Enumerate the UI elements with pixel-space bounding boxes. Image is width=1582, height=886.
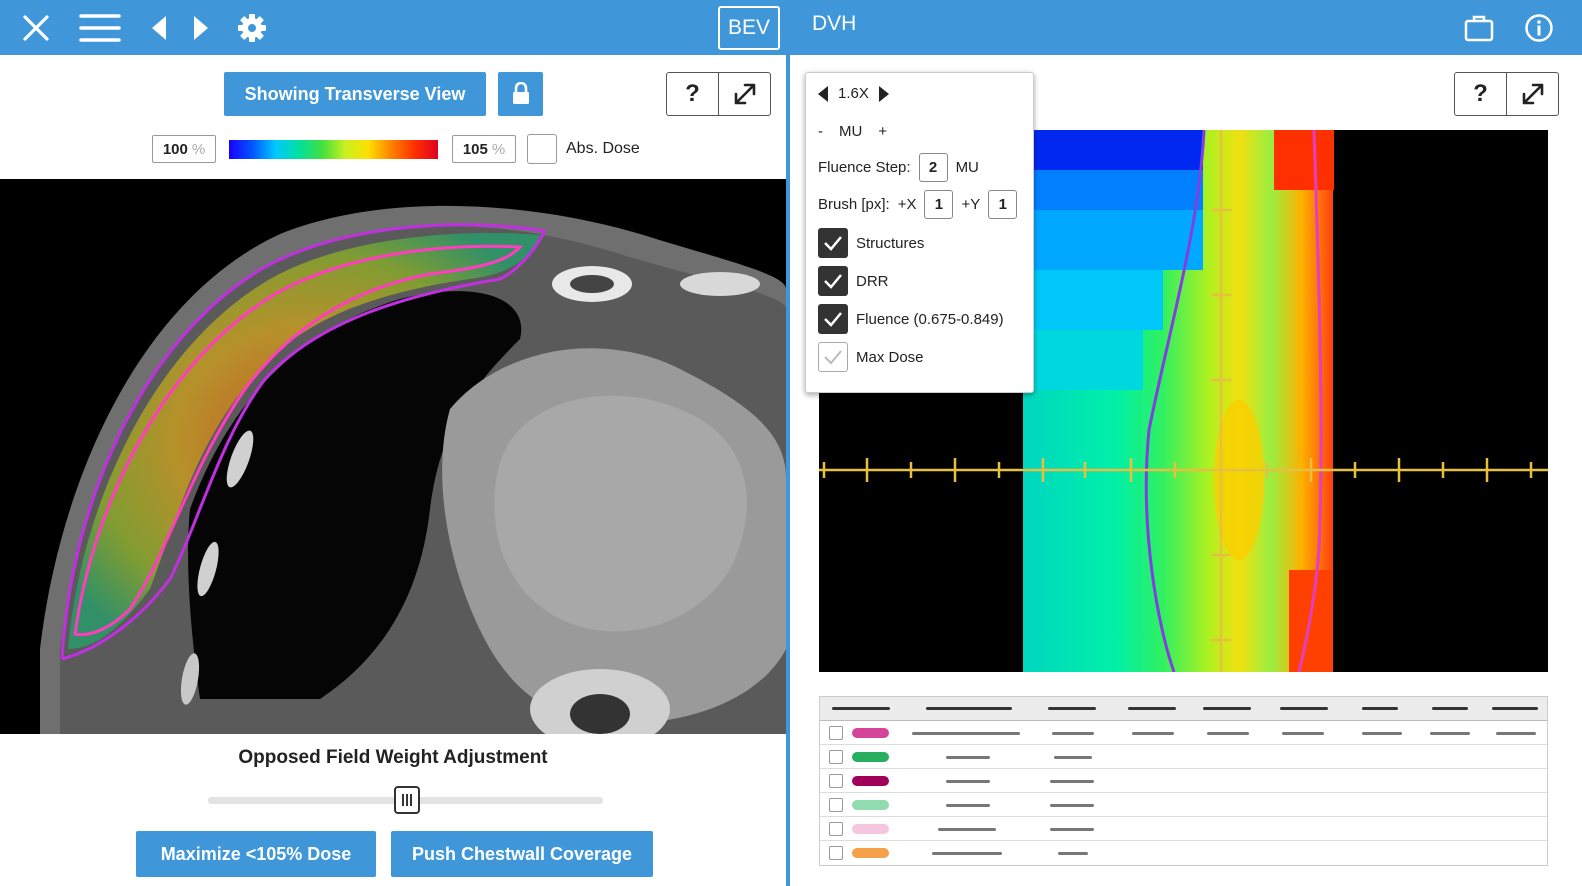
- panel-divider: [786, 55, 790, 886]
- structure-color-swatch: [852, 752, 889, 762]
- help-icon: ?: [1473, 80, 1488, 107]
- dvh-table: [819, 696, 1548, 866]
- zoom-row: 1.6X: [818, 85, 889, 102]
- brush-y-label: +Y: [961, 196, 981, 213]
- structure-color-swatch: [852, 800, 889, 810]
- dvh-row-checkbox[interactable]: [829, 822, 843, 836]
- dvh-row-checkbox[interactable]: [829, 750, 843, 764]
- dvh-table-header: [820, 697, 1547, 721]
- toggle-fluence[interactable]: Fluence (0.675-0.849): [818, 304, 1004, 334]
- toggle-max-dose[interactable]: Max Dose: [818, 342, 924, 372]
- checkmark-icon: [824, 312, 842, 327]
- structure-color-swatch: [852, 728, 889, 738]
- push-chestwall-button[interactable]: Push Chestwall Coverage: [391, 831, 653, 877]
- dvh-row-checkbox[interactable]: [829, 846, 843, 860]
- expand-icon: [1522, 83, 1543, 105]
- mu-row: - MU +: [818, 123, 887, 140]
- transverse-view-button[interactable]: Showing Transverse View: [224, 72, 486, 116]
- lock-icon: [512, 82, 529, 104]
- abs-dose-label: Abs. Dose: [566, 140, 640, 157]
- dose-min-value: 100: [162, 140, 188, 158]
- help-button[interactable]: ?: [1455, 73, 1506, 115]
- field-weight-slider-thumb[interactable]: [394, 786, 420, 814]
- drr-checkbox[interactable]: [818, 266, 848, 296]
- zoom-level: 1.6X: [838, 85, 869, 102]
- briefcase-icon[interactable]: [1462, 9, 1496, 47]
- dose-min-input[interactable]: 100%: [152, 135, 216, 163]
- structures-checkbox[interactable]: [818, 228, 848, 258]
- mu-label: MU: [839, 123, 863, 140]
- brush-x-input[interactable]: 1: [924, 190, 954, 219]
- checkmark-icon: [824, 236, 842, 251]
- expand-button[interactable]: [1506, 73, 1558, 115]
- fluence-step-row: Fluence Step: 2 MU: [818, 153, 979, 182]
- slider-title: Opposed Field Weight Adjustment: [238, 747, 548, 768]
- structure-color-swatch: [852, 848, 889, 858]
- structure-color-swatch: [852, 776, 889, 786]
- maximize-dose-button[interactable]: Maximize <105% Dose: [136, 831, 376, 877]
- mu-decrease-button[interactable]: -: [818, 123, 823, 140]
- ct-image: [40, 205, 786, 734]
- dvh-row-checkbox[interactable]: [829, 726, 843, 740]
- brush-row: Brush [px]: +X 1 +Y 1: [818, 190, 1018, 219]
- dvh-row[interactable]: [820, 841, 1547, 865]
- dvh-row[interactable]: [820, 769, 1547, 793]
- bev-button[interactable]: BEV: [718, 6, 780, 50]
- close-icon[interactable]: [20, 9, 52, 47]
- percent-unit: %: [491, 140, 506, 158]
- expand-button[interactable]: [718, 73, 770, 115]
- percent-unit: %: [191, 140, 206, 158]
- structures-label: Structures: [856, 234, 925, 252]
- left-view-controls: ?: [666, 72, 771, 116]
- expand-icon: [734, 83, 755, 105]
- dvh-row[interactable]: [820, 817, 1547, 841]
- dvh-tab[interactable]: DVH: [812, 12, 856, 36]
- structure-color-swatch: [852, 824, 889, 834]
- fluence-step-input[interactable]: 2: [918, 153, 948, 182]
- checkmark-icon: [824, 350, 842, 365]
- dvh-row-checkbox[interactable]: [829, 774, 843, 788]
- fluence-settings-popup: 1.6X - MU + Fluence Step: 2 MU Brush [px…: [805, 72, 1034, 393]
- fluence-step-label: Fluence Step:: [818, 159, 911, 176]
- dose-max-input[interactable]: 105%: [452, 135, 516, 163]
- fluence-label: Fluence (0.675-0.849): [856, 310, 1004, 328]
- abs-dose-checkbox[interactable]: [527, 134, 557, 164]
- app-root: BEV DVH Showing Transverse View ? 100% 1…: [0, 0, 1582, 886]
- dvh-row[interactable]: [820, 793, 1547, 817]
- checkmark-icon: [824, 274, 842, 289]
- brush-y-input[interactable]: 1: [988, 190, 1018, 219]
- dvh-row[interactable]: [820, 745, 1547, 769]
- info-icon[interactable]: [1522, 9, 1556, 47]
- menu-icon[interactable]: [78, 9, 122, 47]
- help-button[interactable]: ?: [667, 73, 718, 115]
- fluence-step-unit: MU: [955, 159, 979, 176]
- top-toolbar: BEV DVH: [0, 0, 1582, 55]
- arrow-right-icon[interactable]: [190, 9, 212, 47]
- arrow-left-icon[interactable]: [148, 9, 170, 47]
- max-dose-checkbox[interactable]: [818, 342, 848, 372]
- dose-max-value: 105: [462, 140, 488, 158]
- toggle-structures[interactable]: Structures: [818, 228, 924, 258]
- brush-x-label: +X: [897, 196, 917, 213]
- max-dose-label: Max Dose: [856, 348, 924, 366]
- lock-button[interactable]: [498, 72, 543, 116]
- toggle-drr[interactable]: DRR: [818, 266, 889, 296]
- help-icon: ?: [685, 80, 700, 107]
- dvh-row-checkbox[interactable]: [829, 798, 843, 812]
- dvh-row[interactable]: [820, 721, 1547, 745]
- ct-transverse-view[interactable]: [0, 179, 786, 734]
- brush-label: Brush [px]:: [818, 196, 890, 213]
- zoom-in-arrow-icon[interactable]: [878, 85, 889, 102]
- dose-colorbar: [229, 140, 438, 159]
- drr-label: DRR: [856, 272, 889, 290]
- fluence-checkbox[interactable]: [818, 304, 848, 334]
- mu-increase-button[interactable]: +: [878, 123, 887, 140]
- zoom-out-arrow-icon[interactable]: [818, 85, 828, 102]
- right-view-controls: ?: [1454, 72, 1559, 116]
- gear-icon[interactable]: [236, 9, 268, 47]
